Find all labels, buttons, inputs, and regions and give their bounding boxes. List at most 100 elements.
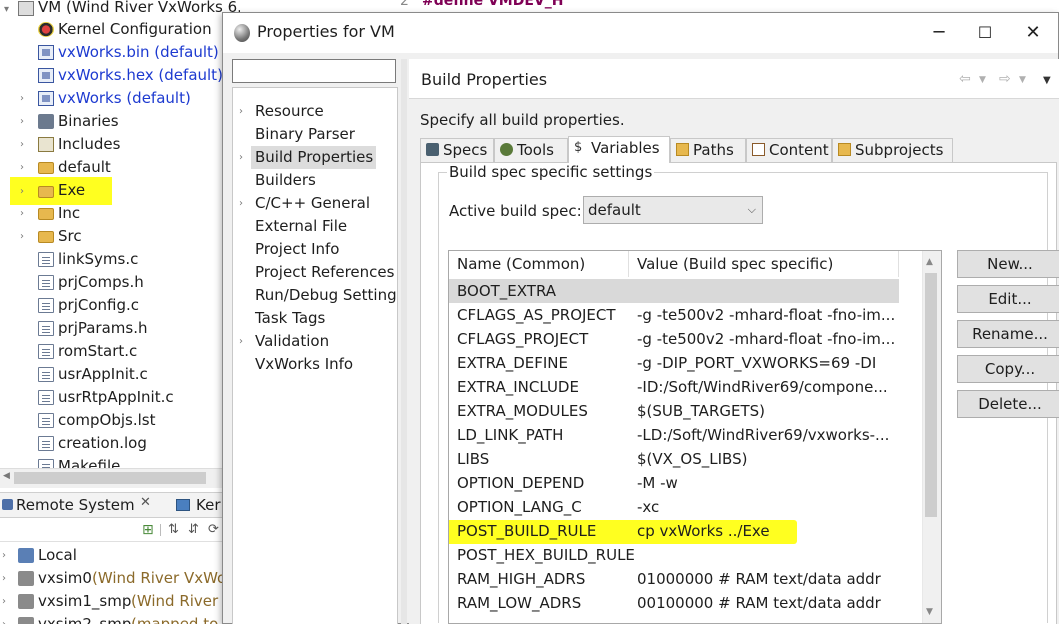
nav-item-run-debug-settings[interactable]: Run/Debug Settings bbox=[233, 284, 397, 307]
tree-item-default[interactable]: › default bbox=[0, 156, 240, 179]
rename-button[interactable]: Rename... bbox=[957, 320, 1059, 348]
tree-item-binaries[interactable]: › Binaries bbox=[0, 110, 240, 133]
scroll-up-icon[interactable]: ▲ bbox=[926, 257, 933, 267]
table-row[interactable]: POST_BUILD_RULE cp vxWorks ../Exe bbox=[449, 519, 899, 543]
tab-tools[interactable]: Tools bbox=[494, 138, 568, 162]
table-row[interactable]: CFLAGS_PROJECT -g -te500v2 -mhard-float … bbox=[449, 327, 899, 351]
dialog-sash[interactable] bbox=[401, 59, 407, 624]
nav-item-binary-parser[interactable]: Binary Parser bbox=[233, 123, 397, 146]
forward-menu-icon[interactable]: ▼ bbox=[1019, 75, 1026, 85]
tab-variables[interactable]: $ Variables bbox=[568, 136, 670, 163]
nav-item-vxworks-info[interactable]: VxWorks Info bbox=[233, 353, 397, 376]
tree-item-prjcomps[interactable]: prjComps.h bbox=[0, 271, 240, 294]
column-header-value[interactable]: Value (Build spec specific) bbox=[629, 251, 899, 277]
dialog-titlebar[interactable]: Properties for VM ─ ☐ ✕ bbox=[223, 13, 1058, 53]
table-row[interactable]: OPTION_DEPEND -M -w bbox=[449, 471, 899, 495]
tab-kernel[interactable]: Ker bbox=[196, 496, 221, 514]
tree-item-usrappinit[interactable]: usrAppInit.c bbox=[0, 363, 240, 386]
filter-input[interactable] bbox=[232, 59, 396, 83]
close-icon[interactable]: ✕ bbox=[1010, 13, 1056, 53]
tree-item-usrrtpappinit[interactable]: usrRtpAppInit.c bbox=[0, 386, 240, 409]
expand-arrow-icon[interactable]: › bbox=[20, 225, 30, 248]
tree-item-inc[interactable]: › Inc bbox=[0, 202, 240, 225]
expand-arrow-icon[interactable]: › bbox=[2, 613, 12, 624]
table-row[interactable]: LIBS $(VX_OS_LIBS) bbox=[449, 447, 899, 471]
nav-item-validation[interactable]: › Validation bbox=[233, 330, 397, 353]
expand-arrow-icon[interactable]: › bbox=[239, 192, 249, 215]
expand-arrow-icon[interactable]: › bbox=[20, 133, 30, 156]
expand-arrow-icon[interactable]: › bbox=[20, 156, 30, 179]
table-row[interactable]: EXTRA_MODULES $(SUB_TARGETS) bbox=[449, 399, 899, 423]
expand-arrow-icon[interactable]: › bbox=[20, 202, 30, 225]
expand-arrow-icon[interactable]: › bbox=[239, 146, 249, 169]
back-menu-icon[interactable]: ▼ bbox=[979, 75, 986, 85]
tree-item-prjconfig[interactable]: prjConfig.c bbox=[0, 294, 240, 317]
tree-item-exe[interactable]: › Exe bbox=[10, 177, 112, 205]
view-menu-icon[interactable]: ▼ bbox=[1043, 75, 1051, 86]
project-root[interactable]: ▾ VM (Wind River VxWorks 6.9 Image Proje bbox=[0, 0, 240, 20]
tree-item-romstart[interactable]: romStart.c bbox=[0, 340, 240, 363]
tree-item-src[interactable]: › Src bbox=[0, 225, 240, 248]
connect-icon[interactable]: ⇅ bbox=[168, 522, 179, 537]
edit-button[interactable]: Edit... bbox=[957, 285, 1059, 313]
tree-item-prjparams[interactable]: prjParams.h bbox=[0, 317, 240, 340]
table-row[interactable]: CFLAGS_AS_PROJECT -g -te500v2 -mhard-flo… bbox=[449, 303, 899, 327]
close-icon[interactable]: ✕ bbox=[140, 495, 151, 510]
back-icon[interactable]: ⇦ bbox=[959, 71, 971, 87]
tree-item-creation-log[interactable]: creation.log bbox=[0, 432, 240, 455]
minimize-icon[interactable]: ─ bbox=[916, 13, 962, 53]
expand-arrow-icon[interactable]: › bbox=[239, 330, 249, 353]
tab-subprojects[interactable]: Subprojects bbox=[832, 138, 953, 162]
nav-item-external-file[interactable]: External File bbox=[233, 215, 397, 238]
remote-item-local[interactable]: › Local bbox=[0, 544, 224, 567]
tree-item-includes[interactable]: › Includes bbox=[0, 133, 240, 156]
tree-item-vxworks[interactable]: › vxWorks (default) bbox=[0, 87, 240, 110]
refresh-icon[interactable]: ⟳ bbox=[208, 522, 219, 537]
nav-item-cpp-general[interactable]: › C/C++ General bbox=[233, 192, 397, 215]
tab-paths[interactable]: Paths bbox=[670, 138, 746, 162]
remote-item-vxsim0[interactable]: › vxsim0 (Wind River VxWo bbox=[0, 567, 224, 590]
column-header-name[interactable]: Name (Common) bbox=[449, 251, 629, 277]
collapse-arrow-icon[interactable]: ▾ bbox=[4, 0, 14, 20]
nav-item-build-properties[interactable]: › Build Properties bbox=[233, 146, 397, 169]
expand-arrow-icon[interactable]: › bbox=[2, 590, 12, 613]
table-row[interactable]: RAM_LOW_ADRS 00100000 # RAM text/data ad… bbox=[449, 591, 899, 615]
table-scroll-thumb[interactable] bbox=[925, 273, 937, 517]
tree-item-vxworks-hex[interactable]: vxWorks.hex (default) bbox=[0, 64, 240, 87]
explorer-scroll-thumb[interactable] bbox=[14, 472, 206, 484]
tab-specs[interactable]: Specs bbox=[420, 138, 494, 162]
nav-item-project-references[interactable]: Project References bbox=[233, 261, 397, 284]
expand-arrow-icon[interactable]: › bbox=[20, 180, 30, 203]
expand-arrow-icon[interactable]: › bbox=[20, 87, 30, 110]
tree-item-vxworks-bin[interactable]: vxWorks.bin (default) bbox=[0, 41, 240, 64]
disconnect-icon[interactable]: ⇵ bbox=[188, 522, 199, 537]
table-row[interactable]: OPTION_LANG_C -xc bbox=[449, 495, 899, 519]
tree-item-linksyms[interactable]: linkSyms.c bbox=[0, 248, 240, 271]
expand-arrow-icon[interactable]: › bbox=[2, 544, 12, 567]
remote-item-vxsim2[interactable]: › vxsim2_smp (mapped to bbox=[0, 613, 224, 624]
table-row[interactable]: RAM_HIGH_ADRS 01000000 # RAM text/data a… bbox=[449, 567, 899, 591]
nav-item-project-info[interactable]: Project Info bbox=[233, 238, 397, 261]
nav-item-builders[interactable]: Builders bbox=[233, 169, 397, 192]
nav-item-task-tags[interactable]: Task Tags bbox=[233, 307, 397, 330]
table-row[interactable]: LD_LINK_PATH -LD:/Soft/WindRiver69/vxwor… bbox=[449, 423, 899, 447]
new-button[interactable]: New... bbox=[957, 250, 1059, 278]
nav-item-resource[interactable]: › Resource bbox=[233, 100, 397, 123]
table-row[interactable]: EXTRA_INCLUDE -ID:/Soft/WindRiver69/comp… bbox=[449, 375, 899, 399]
tree-item-kernel-config[interactable]: Kernel Configuration bbox=[0, 18, 240, 41]
table-row[interactable]: BOOT_EXTRA bbox=[449, 279, 899, 303]
remote-item-vxsim1[interactable]: › vxsim1_smp (Wind River V bbox=[0, 590, 224, 613]
scroll-left-icon[interactable]: ◀ bbox=[3, 471, 10, 481]
expand-arrow-icon[interactable]: › bbox=[20, 110, 30, 133]
maximize-icon[interactable]: ☐ bbox=[962, 13, 1008, 53]
tree-item-compobjs[interactable]: compObjs.lst bbox=[0, 409, 240, 432]
table-row[interactable]: EXTRA_DEFINE -g -DIP_PORT_VXWORKS=69 -DI bbox=[449, 351, 899, 375]
build-spec-combo[interactable]: default ⌵ bbox=[583, 196, 763, 224]
define-connection-icon[interactable]: ⊞ bbox=[142, 522, 154, 538]
copy-button[interactable]: Copy... bbox=[957, 355, 1059, 383]
delete-button[interactable]: Delete... bbox=[957, 390, 1059, 418]
forward-icon[interactable]: ⇨ bbox=[999, 71, 1011, 87]
table-row[interactable]: POST_HEX_BUILD_RULE bbox=[449, 543, 899, 567]
expand-arrow-icon[interactable]: › bbox=[2, 567, 12, 590]
tab-content[interactable]: Content bbox=[746, 138, 832, 162]
